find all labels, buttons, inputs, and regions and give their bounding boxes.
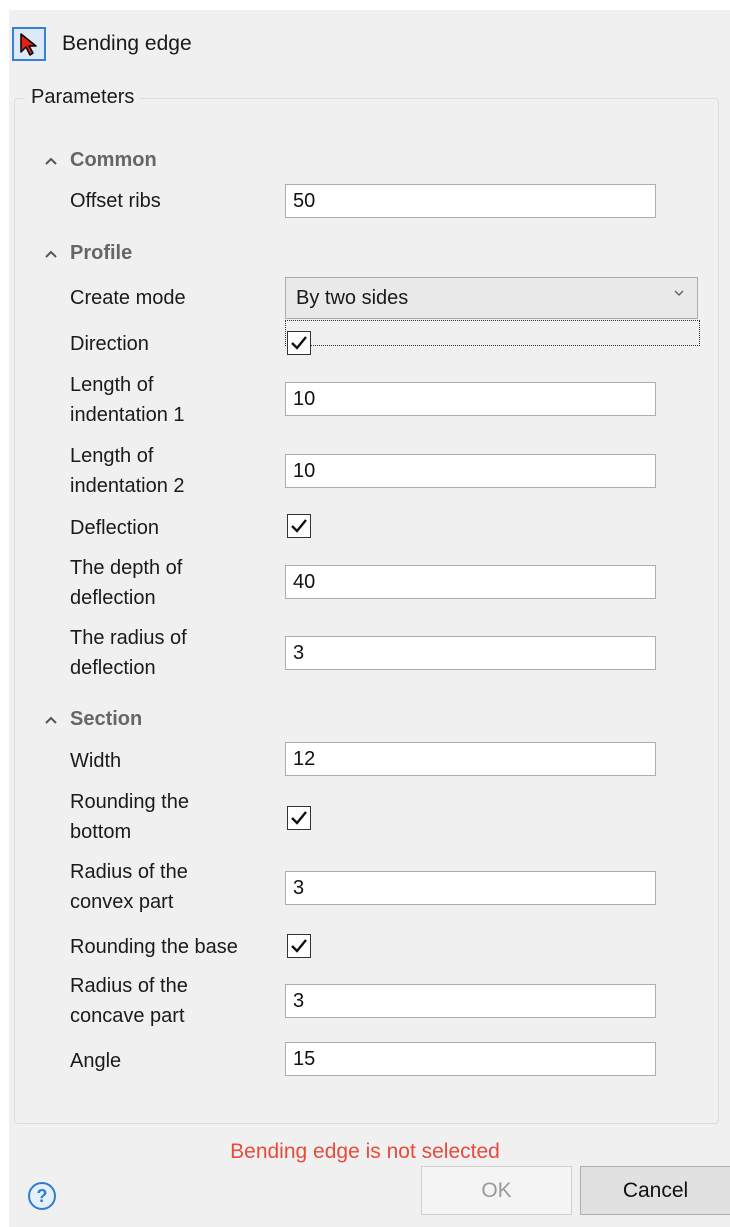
chevron-up-icon [45,157,57,165]
section-common-toggle[interactable]: Common [44,149,157,172]
group-title: Parameters [25,86,141,109]
width-input[interactable] [285,742,656,776]
depth-label-line1: The depth of [70,557,183,579]
radius-deflection-label-line1: The radius of [70,627,187,649]
deflection-checkbox[interactable] [287,514,311,538]
ok-button[interactable]: OK [421,1166,572,1215]
section-common-title: Common [70,149,157,171]
radius-concave-input[interactable] [285,984,656,1018]
indentation1-label-line2: indentation 1 [70,404,185,426]
cancel-button[interactable]: Cancel [580,1166,730,1215]
status-message: Bending edge is not selected [230,1140,500,1163]
chevron-up-icon [45,250,57,258]
focus-outline [285,320,700,346]
checkmark-icon [291,519,307,533]
width-label: Width [70,750,122,772]
direction-checkbox[interactable] [287,331,311,355]
offset-ribs-input[interactable] [285,184,656,218]
chevron-down-icon [674,290,684,297]
create-mode-label: Create mode [70,287,186,309]
indentation2-label-line1: Length of [70,445,154,467]
checkmark-icon [291,336,307,350]
create-mode-select[interactable]: By two sides [285,277,698,319]
deflection-label: Deflection [70,517,159,539]
radius-concave-label-line2: concave part [70,1005,185,1027]
direction-label: Direction [70,333,149,355]
help-icon[interactable]: ? [28,1182,56,1210]
checkmark-icon [291,811,307,825]
depth-input[interactable] [285,565,656,599]
create-mode-value: By two sides [296,286,409,309]
indentation2-label-line2: indentation 2 [70,475,185,497]
rounding-base-checkbox[interactable] [287,934,311,958]
rounding-base-label: Rounding the base [70,936,238,958]
offset-ribs-label: Offset ribs [70,190,161,212]
header-title: Bending edge [62,32,192,55]
chevron-up-icon [45,716,57,724]
angle-label: Angle [70,1050,122,1072]
section-section-toggle[interactable]: Section [44,708,142,731]
radius-concave-label-line1: Radius of the [70,975,188,997]
rounding-bottom-label-line2: bottom [70,821,132,843]
radius-deflection-label-line2: deflection [70,657,156,679]
indentation2-input[interactable] [285,454,656,488]
depth-label-line2: deflection [70,587,156,609]
radius-convex-label-line1: Radius of the [70,861,188,883]
angle-input[interactable] [285,1042,656,1076]
radius-deflection-input[interactable] [285,636,656,670]
dialog-header: Bending edge [12,27,192,61]
section-profile-toggle[interactable]: Profile [44,242,132,265]
checkmark-icon [291,939,307,953]
indentation1-input[interactable] [285,382,656,416]
section-section-title: Section [70,708,143,730]
rounding-bottom-checkbox[interactable] [287,806,311,830]
radius-convex-input[interactable] [285,871,656,905]
rounding-bottom-label-line1: Rounding the [70,791,189,813]
select-pointer-icon[interactable] [12,27,46,61]
section-profile-title: Profile [70,242,133,264]
indentation1-label-line1: Length of [70,374,154,396]
radius-convex-label-line2: convex part [70,891,174,913]
